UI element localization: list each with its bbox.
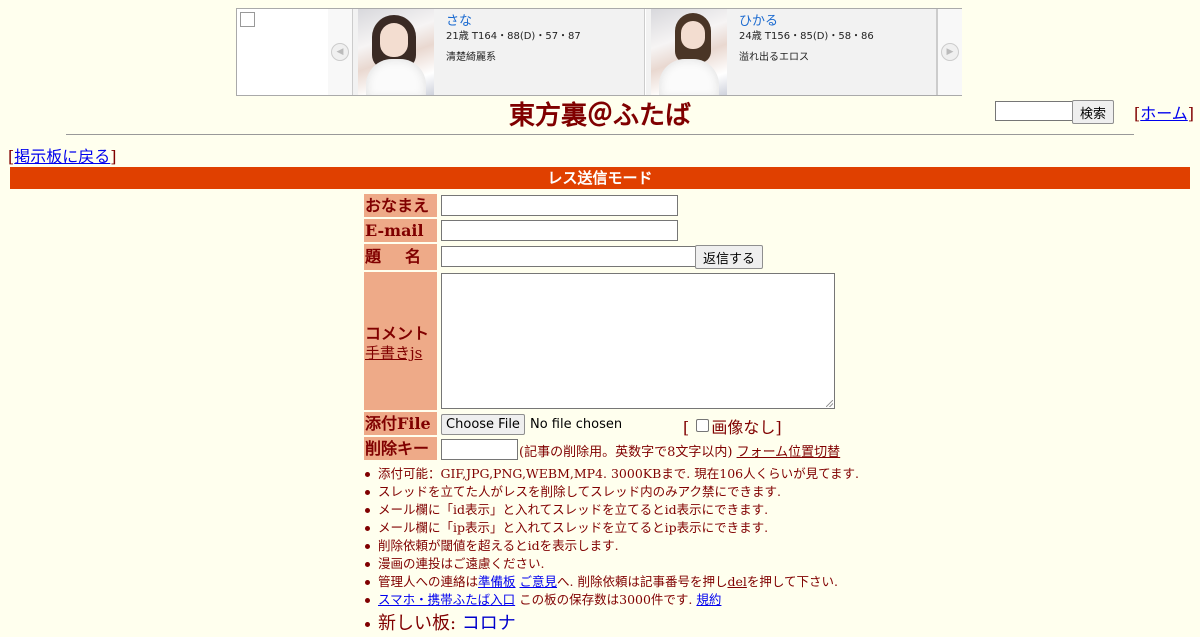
list-item: 添付可能：GIF,JPG,PNG,WEBM,MP4. 3000KBまで. 現在1… bbox=[364, 465, 859, 483]
banner-card-stats: 21歳 T164・88(D)・57・87 bbox=[446, 31, 581, 42]
back-nav: [掲示板に戻る] bbox=[8, 147, 117, 166]
banner-prev-button[interactable]: ◀ bbox=[328, 9, 353, 95]
delete-key-label: 削除キー bbox=[364, 437, 437, 460]
del-link[interactable]: del bbox=[727, 574, 746, 589]
handwriting-js-link[interactable]: 手書きjs bbox=[365, 342, 422, 363]
no-image-option: [ 画像なし] bbox=[683, 418, 782, 437]
ad-banner: ◀ さな 21歳 T164・88(D)・57・87 清楚綺麗系 ひかる 24歳 … bbox=[236, 8, 962, 96]
banner-photo bbox=[358, 9, 434, 95]
email-field[interactable] bbox=[441, 220, 678, 241]
banner-card-stats: 24歳 T156・85(D)・58・86 bbox=[739, 31, 874, 42]
back-to-board-link[interactable]: 掲示板に戻る bbox=[14, 147, 110, 166]
terms-link[interactable]: 規約 bbox=[696, 592, 721, 607]
banner-card-name[interactable]: ひかる bbox=[739, 14, 874, 30]
banner-card[interactable]: さな 21歳 T164・88(D)・57・87 清楚綺麗系 bbox=[353, 9, 645, 95]
choose-file-button[interactable]: Choose File bbox=[441, 414, 525, 435]
email-label: E-mail bbox=[364, 219, 437, 242]
resize-grip-icon[interactable] bbox=[826, 400, 833, 407]
rules-list: 添付可能：GIF,JPG,PNG,WEBM,MP4. 3000KBまで. 現在1… bbox=[364, 465, 859, 637]
no-image-checkbox[interactable] bbox=[696, 419, 710, 432]
banner-card-name[interactable]: さな bbox=[446, 14, 581, 30]
name-label: おなまえ bbox=[364, 194, 437, 217]
prep-board-link[interactable]: 準備板 bbox=[478, 574, 516, 589]
banner-photo bbox=[651, 9, 727, 95]
delete-key-field[interactable] bbox=[441, 439, 518, 460]
search-button[interactable]: 検索 bbox=[1072, 100, 1114, 124]
submit-reply-button[interactable]: 返信する bbox=[695, 245, 763, 269]
list-item: 削除依頼が閾値を超えるとidを表示します. bbox=[364, 537, 859, 555]
chevron-left-icon: ◀ bbox=[331, 43, 349, 61]
divider bbox=[66, 134, 1134, 135]
home-link[interactable]: ホーム bbox=[1140, 104, 1188, 123]
list-item: スマホ・携帯ふたば入口 この板の保存数は3000件です. 規約 bbox=[364, 591, 859, 609]
comment-label: コメント 手書きjs bbox=[364, 272, 437, 410]
file-status: No file chosen bbox=[530, 417, 623, 432]
form-position-toggle-link[interactable]: フォーム位置切替 bbox=[737, 445, 841, 460]
banner-card[interactable]: ひかる 24歳 T156・85(D)・58・86 溢れ出るエロス bbox=[646, 9, 937, 95]
banner-card-desc: 清楚綺麗系 bbox=[446, 52, 496, 63]
list-item: スレッドを立てた人がレスを削除してスレッド内のみアク禁にできます. bbox=[364, 483, 859, 501]
new-board-link[interactable]: コロナ bbox=[462, 613, 516, 634]
home-nav: [ホーム] bbox=[1134, 104, 1195, 123]
feedback-link[interactable]: ご意見 bbox=[520, 574, 558, 589]
list-item: メール欄に「id表示」と入れてスレッドを立てるとid表示にできます. bbox=[364, 501, 859, 519]
list-item: 管理人への連絡は準備板 ご意見へ. 削除依頼は記事番号を押しdelを押して下さい… bbox=[364, 573, 859, 591]
search-input[interactable] bbox=[995, 101, 1075, 121]
banner-card-desc: 溢れ出るエロス bbox=[739, 52, 809, 63]
file-label: 添付File bbox=[364, 412, 437, 435]
delete-key-note: (記事の削除用。英数字で8文字以内) フォーム位置切替 bbox=[519, 445, 841, 460]
mobile-entrance-link[interactable]: スマホ・携帯ふたば入口 bbox=[378, 592, 515, 607]
list-item: 漫画の連投はご遠慮ください. bbox=[364, 555, 859, 573]
comment-textarea[interactable] bbox=[441, 273, 835, 409]
banner-next-button[interactable]: ▶ bbox=[937, 9, 962, 95]
banner-checkbox[interactable] bbox=[240, 12, 255, 27]
name-field[interactable] bbox=[441, 195, 678, 216]
chevron-right-icon: ▶ bbox=[941, 43, 959, 61]
subject-field[interactable] bbox=[441, 246, 696, 267]
reply-mode-bar: レス送信モード bbox=[10, 167, 1190, 189]
list-item: メール欄に「ip表示」と入れてスレッドを立てるとip表示にできます. bbox=[364, 519, 859, 537]
subject-label: 題名 bbox=[364, 244, 437, 270]
banner-placeholder bbox=[237, 9, 329, 95]
list-item: 新しい板: コロナ bbox=[364, 611, 859, 637]
